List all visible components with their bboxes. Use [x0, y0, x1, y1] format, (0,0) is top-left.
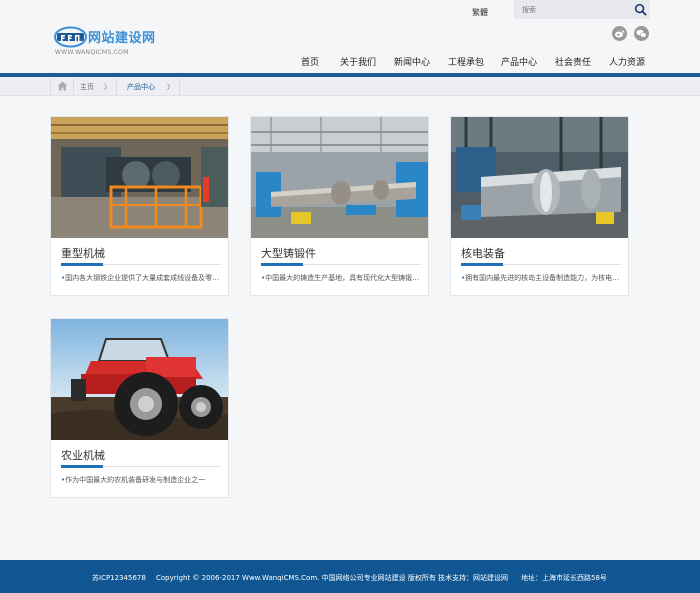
wechat-icon[interactable]: [634, 26, 649, 41]
product-title[interactable]: 核电装备: [461, 245, 505, 261]
weibo-icon[interactable]: [612, 26, 627, 41]
nav-products[interactable]: 产品中心: [501, 55, 537, 68]
home-icon[interactable]: [57, 81, 68, 91]
breadcrumb-bar: 主页 〉 产品中心 〉: [0, 77, 700, 96]
product-description: •中国最大的铸造生产基地，具有现代化大型铸锻件生产能力: [261, 274, 423, 282]
title-accent: [261, 263, 303, 266]
title-accent: [61, 263, 103, 266]
product-title[interactable]: 农业机械: [61, 447, 105, 463]
title-accent: [61, 465, 103, 468]
site-logo[interactable]: 网站建设网 WWW.WANQICMS.COM: [54, 26, 164, 58]
product-description: •作为中国最大的农机装备研发与制造企业之一: [61, 476, 206, 484]
logo-mark-icon: [54, 26, 87, 48]
search-icon[interactable]: [634, 3, 647, 16]
product-title[interactable]: 大型铸锻件: [261, 245, 316, 261]
header: 繁體 网站建设网 WWW.WANQICMS.COM 首页: [0, 0, 700, 76]
breadcrumb-chevron-icon: 〉: [104, 83, 111, 91]
product-card[interactable]: 核电装备 •拥有国内最先进的核岛主设备制造能力，为核电事业提供装备: [450, 116, 629, 296]
product-card[interactable]: 大型铸锻件 •中国最大的铸造生产基地，具有现代化大型铸锻件生产能力: [250, 116, 429, 296]
product-description: •拥有国内最先进的核岛主设备制造能力，为核电事业提供装备: [461, 274, 623, 282]
breadcrumb-chevron-icon: 〉: [167, 83, 174, 91]
breadcrumb: 主页 〉 产品中心 〉: [50, 78, 180, 95]
search-input[interactable]: [522, 3, 622, 16]
product-image[interactable]: [251, 117, 428, 238]
breadcrumb-home[interactable]: 主页: [80, 82, 94, 92]
product-description: •国内各大钢铁企业提供了大量成套成线设备及零部件: [61, 274, 223, 282]
product-image[interactable]: [51, 319, 228, 440]
product-card[interactable]: 农业机械 •作为中国最大的农机装备研发与制造企业之一: [50, 318, 229, 498]
nav-home[interactable]: 首页: [301, 55, 319, 68]
nav-responsibility[interactable]: 社会责任: [555, 55, 591, 68]
product-card[interactable]: 重型机械 •国内各大钢铁企业提供了大量成套成线设备及零部件: [50, 116, 229, 296]
nav-engineering[interactable]: 工程承包: [448, 55, 484, 68]
breadcrumb-current[interactable]: 产品中心: [127, 82, 155, 92]
address-text: 地址：上海市延长西路58号: [521, 574, 607, 582]
product-image[interactable]: [51, 117, 228, 238]
footer: 苏ICP12345678 Copyright © 2006-2017 Www.W…: [0, 560, 700, 593]
logo-text: 网站建设网: [88, 31, 156, 46]
nav-hr[interactable]: 人力资源: [609, 55, 645, 68]
nav-about[interactable]: 关于我们: [340, 55, 376, 68]
icp-number[interactable]: 苏ICP12345678: [92, 573, 146, 583]
product-image[interactable]: [451, 117, 628, 238]
traditional-chinese-link[interactable]: 繁體: [472, 7, 488, 18]
search-box: [514, 0, 650, 19]
nav-news[interactable]: 新闻中心: [394, 55, 430, 68]
breadcrumb-divider: [73, 78, 74, 95]
copyright-text: Copyright © 2006-2017 Www.WanqiCMS.Com. …: [156, 574, 509, 582]
product-title[interactable]: 重型机械: [61, 245, 105, 261]
breadcrumb-divider: [116, 78, 117, 95]
title-accent: [461, 263, 503, 266]
main-nav: 首页 关于我们 新闻中心 工程承包 产品中心 社会责任 人力资源: [0, 55, 700, 68]
